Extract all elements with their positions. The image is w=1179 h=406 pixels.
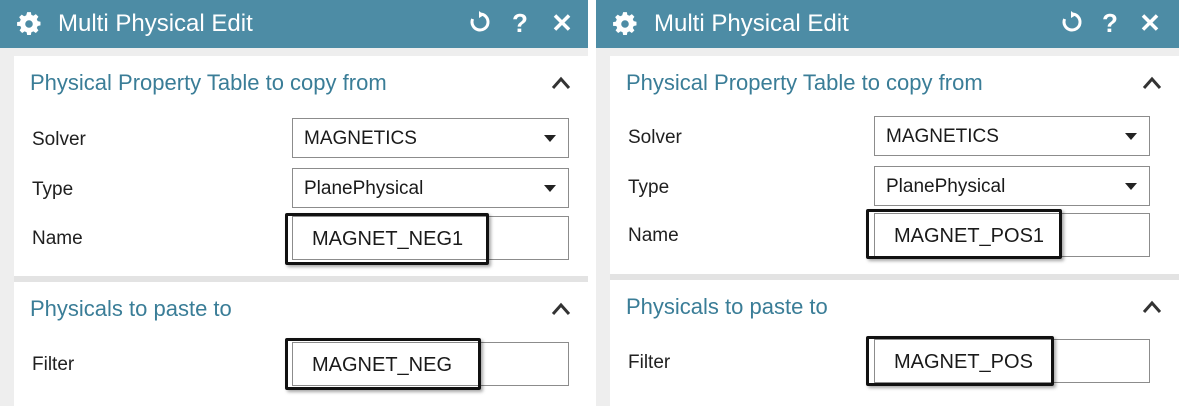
type-label: Type bbox=[628, 177, 670, 198]
copy-from-section: Physical Property Table to copy from Sol… bbox=[14, 56, 588, 276]
section-header[interactable]: Physicals to paste to bbox=[610, 280, 1179, 326]
help-icon: ? bbox=[512, 8, 528, 38]
type-value: PlanePhysical bbox=[304, 178, 424, 199]
solver-select[interactable]: MAGNETICS bbox=[874, 116, 1150, 156]
solver-label: Solver bbox=[32, 129, 86, 150]
chevron-up-icon[interactable] bbox=[1141, 296, 1163, 318]
highlight-box bbox=[285, 338, 481, 390]
highlight-box bbox=[866, 336, 1054, 386]
close-icon: ✕ bbox=[1139, 8, 1161, 38]
dialog-titlebar: Multi Physical Edit ? ✕ bbox=[0, 0, 588, 48]
name-label: Name bbox=[628, 225, 679, 246]
help-button[interactable]: ? bbox=[1096, 8, 1124, 38]
solver-select[interactable]: MAGNETICS bbox=[292, 118, 569, 158]
section-title: Physical Property Table to copy from bbox=[30, 70, 387, 95]
multi-physical-edit-dialog-pos: Multi Physical Edit ? ✕ Physical Propert… bbox=[596, 0, 1179, 406]
chevron-up-icon[interactable] bbox=[550, 298, 572, 320]
reset-icon bbox=[1062, 11, 1082, 32]
gear-icon[interactable] bbox=[612, 11, 638, 37]
dialog-title: Multi Physical Edit bbox=[654, 10, 849, 37]
solver-value: MAGNETICS bbox=[886, 126, 999, 147]
chevron-down-icon bbox=[1125, 183, 1137, 190]
gear-icon[interactable] bbox=[16, 11, 42, 37]
type-select[interactable]: PlanePhysical bbox=[874, 166, 1150, 206]
chevron-up-icon[interactable] bbox=[1141, 72, 1163, 94]
close-button[interactable]: ✕ bbox=[548, 8, 576, 38]
help-icon: ? bbox=[1102, 8, 1118, 38]
type-select[interactable]: PlanePhysical bbox=[292, 168, 569, 208]
filter-label: Filter bbox=[32, 354, 75, 375]
type-value: PlanePhysical bbox=[886, 176, 1006, 197]
section-title: Physicals to paste to bbox=[626, 294, 828, 319]
dialog-title: Multi Physical Edit bbox=[58, 10, 253, 37]
solver-label: Solver bbox=[628, 127, 682, 148]
close-icon: ✕ bbox=[551, 8, 573, 38]
section-header[interactable]: Physical Property Table to copy from bbox=[610, 56, 1179, 102]
name-label: Name bbox=[32, 228, 83, 249]
section-title: Physicals to paste to bbox=[30, 296, 232, 321]
reset-button[interactable] bbox=[466, 8, 494, 38]
image-gap bbox=[588, 0, 596, 406]
reset-button[interactable] bbox=[1058, 8, 1086, 38]
highlight-box bbox=[285, 213, 489, 265]
multi-physical-edit-dialog-neg: Multi Physical Edit ? ✕ Physical Propert… bbox=[0, 0, 588, 406]
copy-from-section: Physical Property Table to copy from Sol… bbox=[610, 56, 1179, 274]
section-header[interactable]: Physical Property Table to copy from bbox=[14, 56, 588, 102]
chevron-down-icon bbox=[544, 185, 556, 192]
dialog-titlebar: Multi Physical Edit ? ✕ bbox=[596, 0, 1179, 48]
type-label: Type bbox=[32, 179, 74, 200]
paste-to-section: Physicals to paste to Filter MAGNET_NEG bbox=[14, 282, 588, 406]
filter-label: Filter bbox=[628, 352, 671, 373]
chevron-down-icon bbox=[544, 135, 556, 142]
section-header[interactable]: Physicals to paste to bbox=[14, 282, 588, 328]
section-title: Physical Property Table to copy from bbox=[626, 70, 983, 95]
chevron-down-icon bbox=[1125, 133, 1137, 140]
chevron-up-icon[interactable] bbox=[550, 72, 572, 94]
highlight-box bbox=[866, 209, 1062, 259]
help-button[interactable]: ? bbox=[506, 8, 534, 38]
reset-icon bbox=[470, 11, 490, 32]
solver-value: MAGNETICS bbox=[304, 128, 417, 149]
paste-to-section: Physicals to paste to Filter MAGNET_POS bbox=[610, 280, 1179, 406]
close-button[interactable]: ✕ bbox=[1136, 8, 1164, 38]
